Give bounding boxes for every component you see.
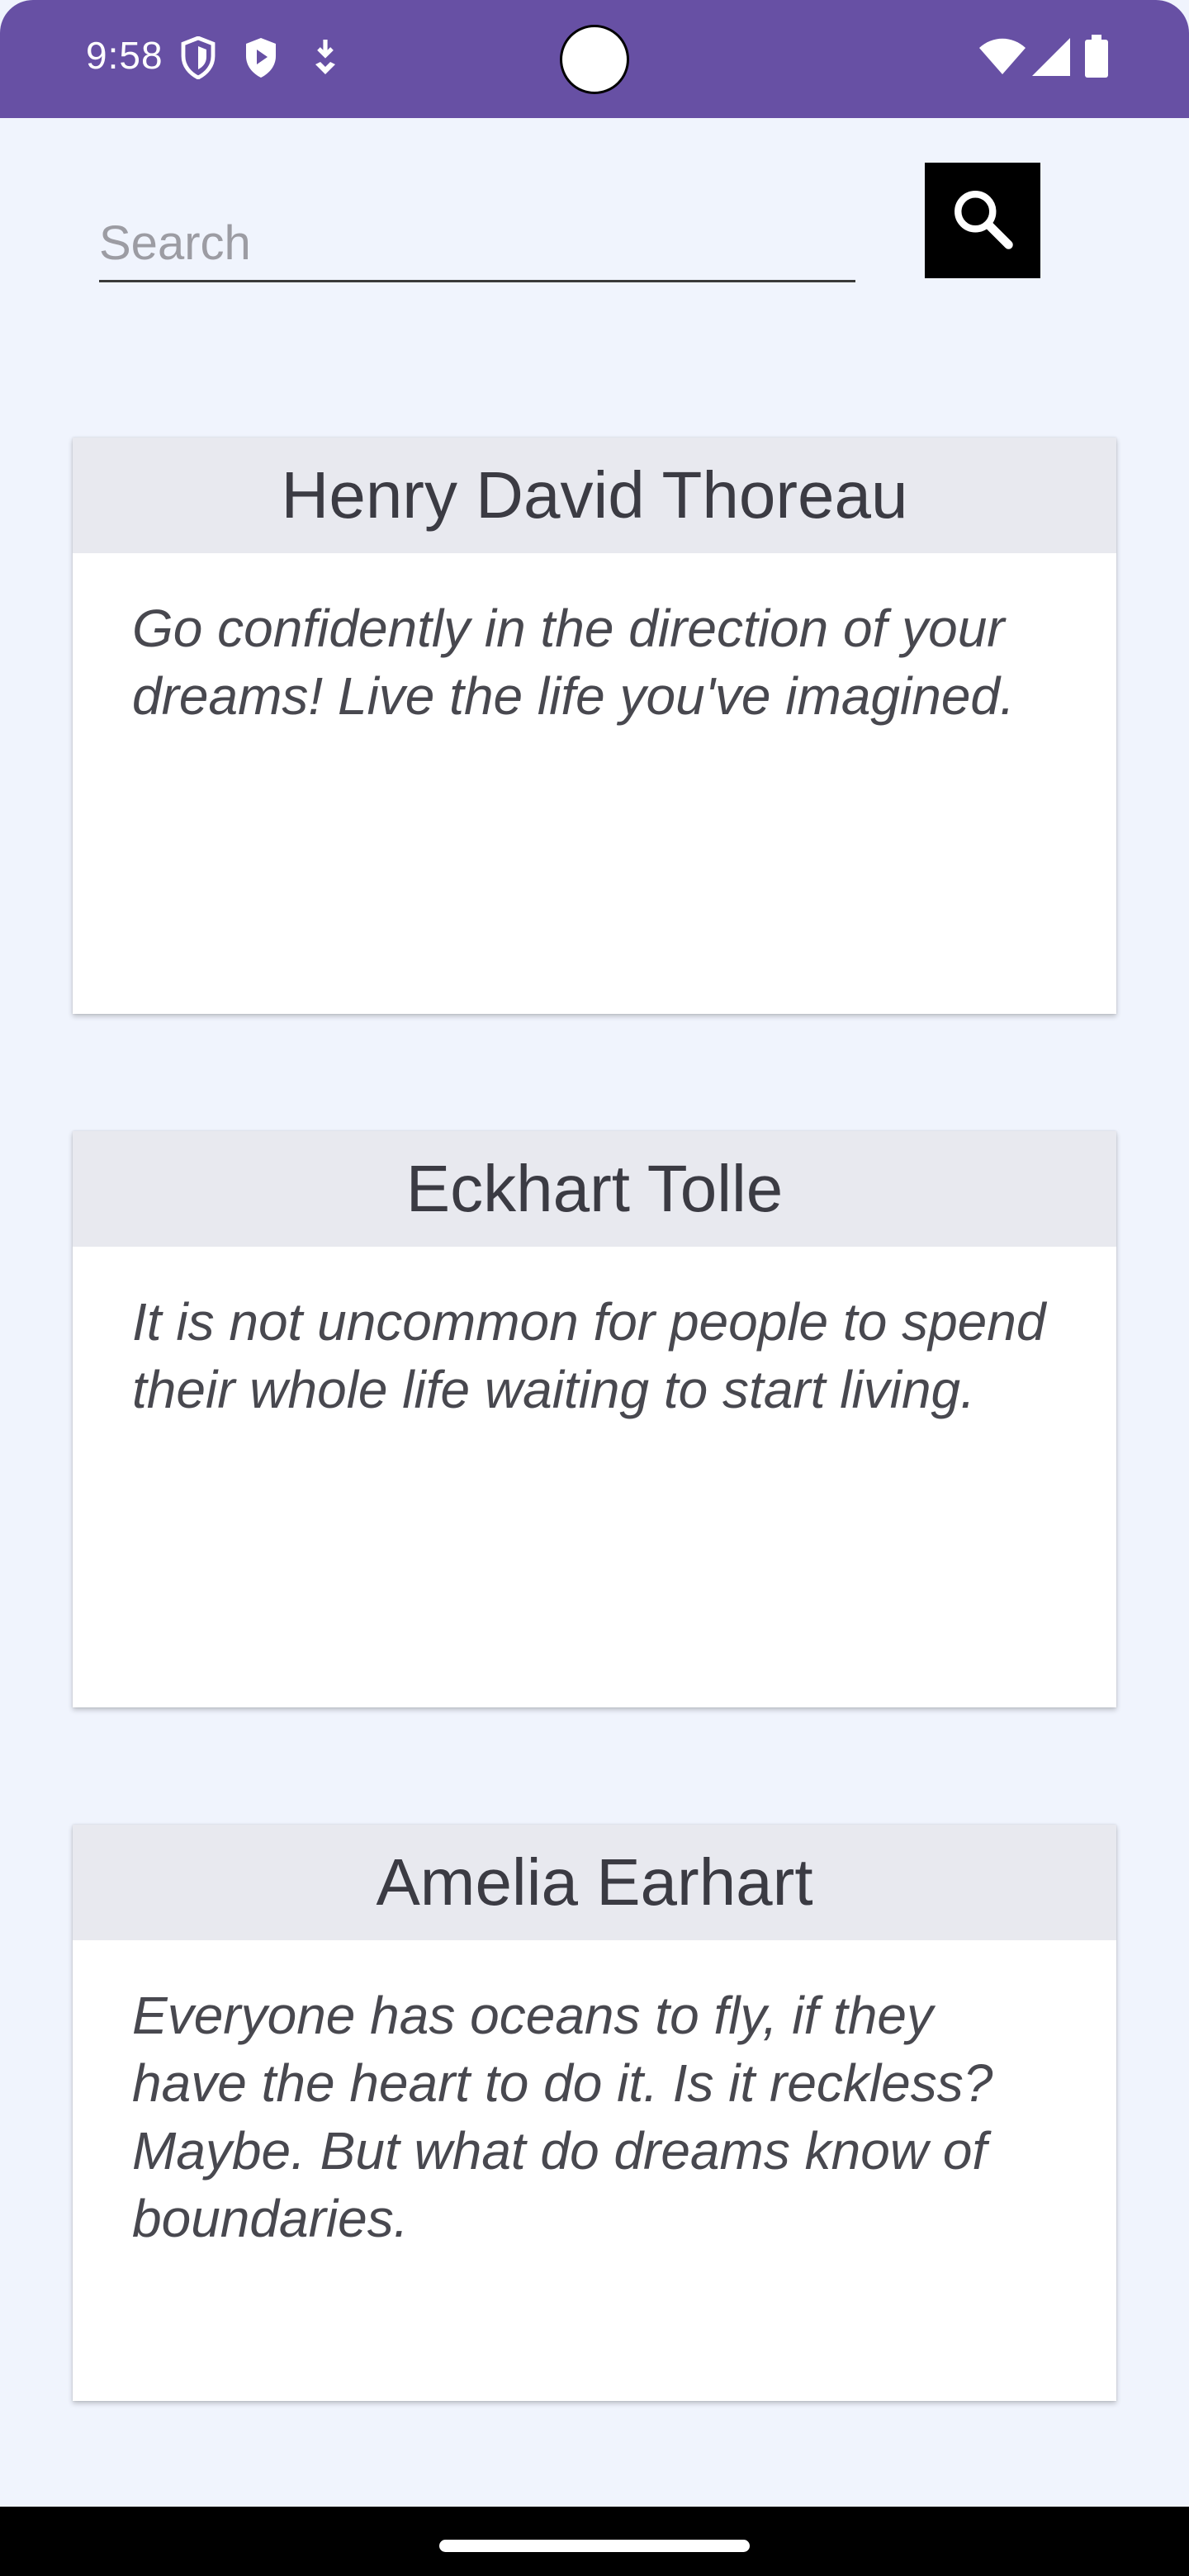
quote-card[interactable]: Henry David Thoreau Go confidently in th…	[73, 438, 1116, 1014]
quote-text: It is not uncommon for people to spend t…	[132, 1292, 1046, 1419]
status-bar: 9:58	[0, 0, 1189, 118]
battery-icon	[1085, 35, 1108, 82]
play-protect-icon	[243, 36, 279, 83]
quote-card[interactable]: Eckhart Tolle It is not uncommon for peo…	[73, 1131, 1116, 1707]
search-icon	[948, 184, 1017, 258]
cellular-signal-icon	[1032, 38, 1070, 80]
search-input[interactable]	[99, 206, 855, 279]
download-icon	[310, 36, 340, 82]
wifi-icon	[979, 38, 1026, 80]
status-time: 9:58	[86, 34, 163, 77]
quote-text: Everyone has oceans to fly, if they have…	[132, 1986, 993, 2248]
shield-icon	[180, 36, 216, 83]
camera-cutout	[560, 25, 629, 94]
quote-text: Go confidently in the direction of your …	[132, 599, 1015, 726]
quote-author: Amelia Earhart	[73, 1825, 1116, 1940]
quote-author: Henry David Thoreau	[73, 438, 1116, 553]
home-gesture-handle[interactable]	[439, 2540, 750, 2552]
quote-card[interactable]: Amelia Earhart Everyone has oceans to fl…	[73, 1825, 1116, 2401]
quote-author: Eckhart Tolle	[73, 1131, 1116, 1247]
search-field[interactable]	[99, 206, 855, 282]
search-button[interactable]	[925, 163, 1040, 278]
